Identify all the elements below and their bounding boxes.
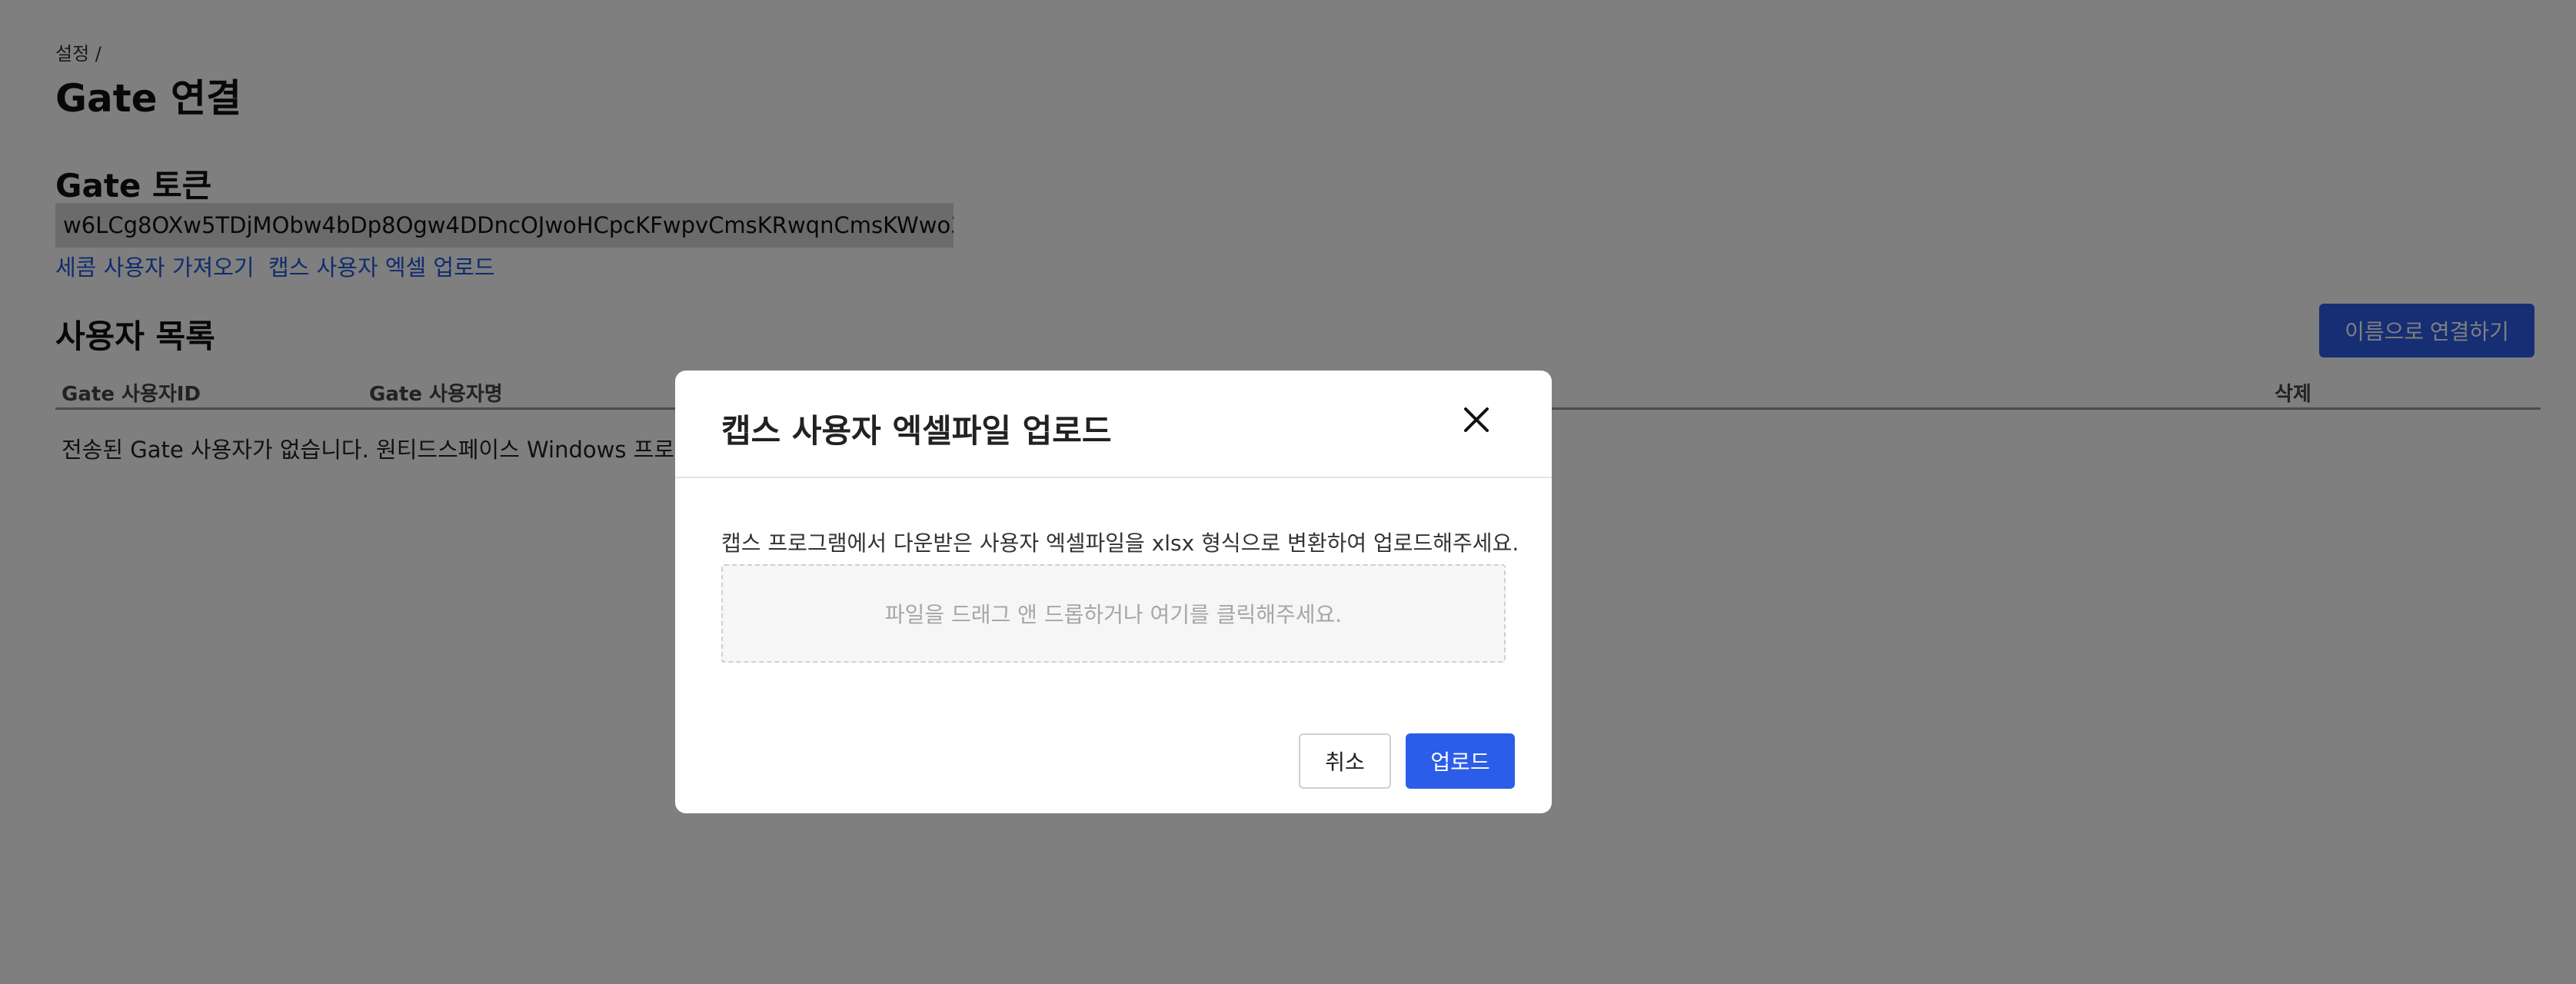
modal-title: 캡스 사용자 엑셀파일 업로드 (721, 412, 1112, 450)
modal-description: 캡스 프로그램에서 다운받은 사용자 엑셀파일을 xlsx 형식으로 변환하여 … (721, 530, 1519, 556)
close-icon[interactable] (1459, 403, 1493, 437)
modal-header-divider (675, 477, 1552, 478)
file-dropzone[interactable]: 파일을 드래그 앤 드롭하거나 여기를 클릭해주세요. (721, 564, 1506, 663)
upload-button[interactable]: 업로드 (1406, 733, 1515, 789)
dropzone-text: 파일을 드래그 앤 드롭하거나 여기를 클릭해주세요. (884, 602, 1343, 627)
cancel-button[interactable]: 취소 (1299, 733, 1391, 789)
caps-excel-upload-modal: 캡스 사용자 엑셀파일 업로드 캡스 프로그램에서 다운받은 사용자 엑셀파일을… (675, 371, 1552, 813)
